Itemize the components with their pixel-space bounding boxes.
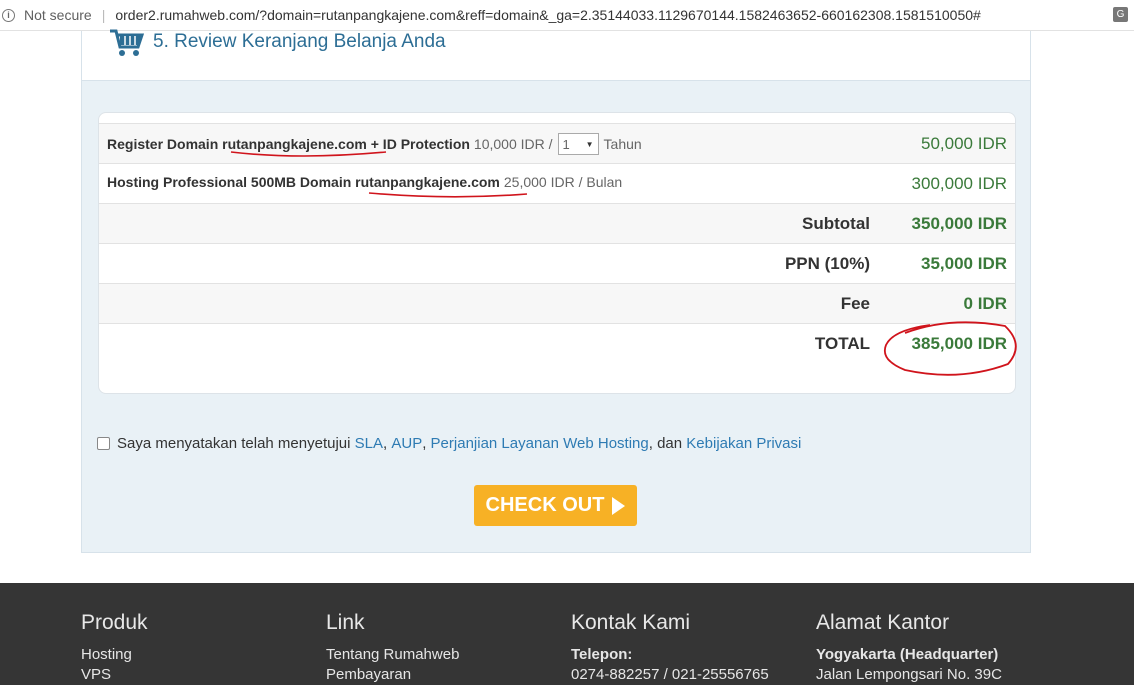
item-description: Register Domain rutanpangkajene.com + ID… bbox=[107, 124, 642, 164]
item-name-prefix: Hosting Professional 500MB Domain bbox=[107, 174, 352, 190]
footer-phone-label: Telepon: bbox=[571, 646, 633, 663]
footer-office-address: Jalan Lempongsari No. 39C bbox=[816, 666, 1002, 683]
footer-heading: Alamat Kantor bbox=[816, 611, 950, 634]
total-label: TOTAL bbox=[814, 334, 870, 353]
footer-col-address: Alamat Kantor Yogyakarta (Headquarter) J… bbox=[816, 611, 1002, 685]
item-name-prefix: Register Domain bbox=[107, 136, 219, 152]
address-separator: | bbox=[101, 7, 106, 23]
translate-icon[interactable]: G bbox=[1113, 7, 1128, 22]
review-title: 5. Review Keranjang Belanja Anda bbox=[153, 31, 446, 52]
link-terms[interactable]: Perjanjian Layanan Web Hosting bbox=[431, 435, 649, 452]
agreement-text: Saya menyatakan telah menyetujui bbox=[117, 435, 351, 452]
shopping-cart-icon bbox=[110, 29, 144, 56]
footer-link-payment[interactable]: Pembayaran bbox=[326, 665, 459, 685]
cart-item-hosting: Hosting Professional 500MB Domain rutanp… bbox=[99, 163, 1015, 203]
checkout-button[interactable]: CHECK OUT bbox=[474, 485, 637, 526]
footer-link-hosting[interactable]: Hosting bbox=[81, 645, 148, 665]
fee-row: Fee 0 IDR bbox=[99, 283, 1015, 323]
footer-heading: Link bbox=[326, 611, 365, 634]
footer-col-link: Link Tentang Rumahweb Pembayaran bbox=[326, 611, 459, 685]
link-privacy[interactable]: Kebijakan Privasi bbox=[686, 435, 801, 452]
checkout-label: CHECK OUT bbox=[485, 494, 605, 516]
item-unit-price: 25,000 IDR / Bulan bbox=[503, 174, 623, 190]
item-amount: 300,000 IDR bbox=[911, 174, 1007, 193]
footer-col-contact: Kontak Kami Telepon: 0274-882257 / 021-2… bbox=[571, 611, 769, 685]
footer-col-produk: Produk Hosting VPS bbox=[81, 611, 148, 685]
agreement-separator: , dan bbox=[648, 435, 683, 452]
item-description: Hosting Professional 500MB Domain rutanp… bbox=[107, 164, 622, 204]
item-domain: rutanpangkajene.com bbox=[222, 136, 367, 152]
cart-item-domain: Register Domain rutanpangkajene.com + ID… bbox=[99, 123, 1015, 163]
footer-heading: Kontak Kami bbox=[571, 611, 691, 634]
total-row: TOTAL 385,000 IDR bbox=[99, 323, 1015, 393]
quantity-select[interactable]: 1 ▼ bbox=[557, 133, 599, 155]
url-text[interactable]: order2.rumahweb.com/?domain=rutanpangkaj… bbox=[115, 7, 980, 23]
site-footer: Produk Hosting VPS Link Tentang Rumahweb… bbox=[0, 583, 1134, 685]
footer-office-name: Yogyakarta (Headquarter) bbox=[816, 646, 999, 663]
link-aup[interactable]: AUP bbox=[391, 435, 422, 452]
tax-label: PPN (10%) bbox=[784, 254, 870, 273]
cart-table: Register Domain rutanpangkajene.com + ID… bbox=[98, 112, 1016, 394]
review-header: 5. Review Keranjang Belanja Anda bbox=[82, 29, 1030, 81]
item-unit: Tahun bbox=[603, 136, 642, 152]
not-secure-label[interactable]: Not secure bbox=[24, 7, 92, 23]
fee-value: 0 IDR bbox=[963, 294, 1007, 313]
subtotal-label: Subtotal bbox=[802, 214, 870, 233]
subtotal-value: 350,000 IDR bbox=[911, 214, 1007, 233]
terms-agreement: Saya menyatakan telah menyetujui SLA, AU… bbox=[97, 435, 801, 452]
tax-row: PPN (10%) 35,000 IDR bbox=[99, 243, 1015, 283]
chevron-down-icon: ▼ bbox=[585, 139, 594, 149]
footer-heading: Produk bbox=[81, 611, 148, 634]
footer-link-vps[interactable]: VPS bbox=[81, 665, 148, 685]
footer-link-about[interactable]: Tentang Rumahweb bbox=[326, 645, 459, 665]
item-amount: 50,000 IDR bbox=[921, 134, 1007, 153]
address-bar[interactable]: i Not secure | order2.rumahweb.com/?doma… bbox=[0, 0, 1134, 31]
item-domain: rutanpangkajene.com bbox=[355, 174, 500, 190]
info-icon[interactable]: i bbox=[2, 8, 15, 22]
tax-value: 35,000 IDR bbox=[921, 254, 1007, 273]
quantity-value: 1 bbox=[562, 136, 570, 152]
subtotal-row: Subtotal 350,000 IDR bbox=[99, 203, 1015, 243]
item-name-suffix: + ID Protection bbox=[370, 136, 470, 152]
review-cart-section: 5. Review Keranjang Belanja Anda Registe… bbox=[81, 29, 1031, 553]
fee-label: Fee bbox=[840, 294, 870, 313]
item-unit-price: 10,000 IDR / bbox=[473, 136, 553, 152]
terms-checkbox[interactable] bbox=[97, 437, 110, 450]
agreement-separator: , bbox=[422, 435, 427, 452]
play-triangle-icon bbox=[612, 496, 626, 515]
agreement-separator: , bbox=[383, 435, 388, 452]
footer-phone-number: 0274-882257 / 021-25556765 bbox=[571, 666, 769, 683]
link-sla[interactable]: SLA bbox=[355, 435, 383, 452]
total-value: 385,000 IDR bbox=[911, 334, 1007, 353]
